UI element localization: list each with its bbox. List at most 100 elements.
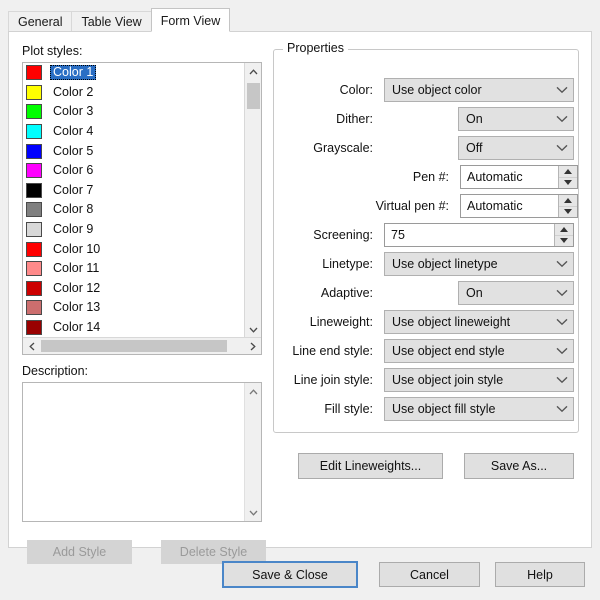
stepper-up-icon[interactable] — [555, 224, 573, 236]
list-item[interactable]: Color 8 — [23, 200, 245, 220]
scroll-down-icon[interactable] — [245, 321, 261, 338]
dropdown-line-join-style[interactable]: Use object join style — [384, 368, 574, 392]
stepper-up-icon[interactable] — [559, 166, 577, 178]
list-item[interactable]: Color 6 — [23, 161, 245, 181]
stepper-buttons — [558, 195, 577, 217]
list-item-label: Color 14 — [53, 320, 101, 335]
label-pen: Pen #: — [412, 170, 449, 184]
list-item[interactable]: Color 3 — [23, 102, 245, 122]
description-vertical-scrollbar[interactable] — [244, 383, 261, 521]
list-item[interactable]: Color 9 — [23, 220, 245, 240]
list-item-label: Color 6 — [53, 163, 94, 178]
label-line-end-style: Line end style: — [292, 344, 373, 358]
plot-styles-listbox[interactable]: Color 1 Color 2 Color 3 Color 4 Color 5 Color… — [22, 62, 262, 355]
dropdown-grayscale[interactable]: Off — [458, 136, 574, 160]
dropdown-fill-style[interactable]: Use object fill style — [384, 397, 574, 421]
label-dither: Dither: — [336, 112, 373, 126]
list-item[interactable]: Color 1 — [23, 63, 245, 83]
chevron-down-icon[interactable] — [551, 311, 573, 333]
color-swatch-icon — [26, 65, 42, 81]
scroll-down-icon[interactable] — [245, 504, 261, 521]
chevron-down-icon[interactable] — [551, 137, 573, 159]
list-item[interactable]: Color 10 — [23, 239, 245, 259]
save-as-button[interactable]: Save As... — [464, 453, 574, 479]
vertical-scrollbar-thumb[interactable] — [247, 83, 260, 109]
list-item-label: Color 1 — [50, 65, 97, 81]
label-line-join-style: Line join style: — [293, 373, 373, 387]
dropdown-value-grayscale: Off — [466, 141, 483, 155]
dropdown-color[interactable]: Use object color — [384, 78, 574, 102]
scroll-up-icon[interactable] — [245, 383, 261, 400]
properties-legend: Properties — [283, 41, 348, 55]
dropdown-value-color: Use object color — [392, 83, 482, 97]
dropdown-value-dither: On — [466, 112, 483, 126]
dropdown-linetype[interactable]: Use object linetype — [384, 252, 574, 276]
dropdown-dither[interactable]: On — [458, 107, 574, 131]
stepper-buttons — [554, 224, 573, 246]
chevron-down-icon[interactable] — [551, 340, 573, 362]
cancel-button[interactable]: Cancel — [379, 562, 480, 587]
list-item[interactable]: Color 11 — [23, 259, 245, 279]
chevron-down-icon[interactable] — [551, 108, 573, 130]
tab-table-view[interactable]: Table View — [71, 11, 152, 32]
stepper-virtual-pen[interactable]: Automatic — [460, 194, 578, 218]
save-and-close-button[interactable]: Save & Close — [222, 561, 358, 588]
description-input[interactable] — [26, 385, 241, 517]
list-item-label: Color 3 — [53, 104, 94, 119]
color-swatch-icon — [26, 222, 42, 238]
tab-general[interactable]: General — [8, 11, 73, 32]
list-item-label: Color 4 — [53, 124, 94, 139]
plot-styles-horizontal-scrollbar[interactable] — [23, 337, 261, 354]
scroll-right-icon[interactable] — [244, 338, 261, 354]
plot-styles-list: Color 1 Color 2 Color 3 Color 4 Color 5 Color… — [23, 63, 245, 338]
description-label: Description: — [22, 364, 88, 378]
list-item[interactable]: Color 13 — [23, 298, 245, 318]
dropdown-value-lineweight: Use object lineweight — [392, 315, 511, 329]
stepper-screening[interactable]: 75 — [384, 223, 574, 247]
chevron-down-icon[interactable] — [551, 398, 573, 420]
color-swatch-icon — [26, 280, 42, 296]
edit-lineweights-button[interactable]: Edit Lineweights... — [298, 453, 443, 479]
scroll-left-icon[interactable] — [23, 338, 40, 354]
plot-style-table-editor-dialog: General Table View Form View Plot styles: … — [0, 0, 600, 600]
stepper-down-icon[interactable] — [555, 236, 573, 247]
chevron-down-icon[interactable] — [551, 253, 573, 275]
label-screening: Screening: — [313, 228, 373, 242]
label-linetype: Linetype: — [322, 257, 373, 271]
description-box[interactable] — [22, 382, 262, 522]
tab-strip: General Table View Form View — [8, 8, 231, 32]
list-item[interactable]: Color 12 — [23, 279, 245, 299]
stepper-down-icon[interactable] — [559, 178, 577, 189]
list-item[interactable]: Color 5 — [23, 141, 245, 161]
list-item[interactable]: Color 4 — [23, 122, 245, 142]
stepper-pen[interactable]: Automatic — [460, 165, 578, 189]
horizontal-scrollbar-thumb[interactable] — [41, 340, 227, 352]
stepper-input-pen[interactable]: Automatic — [461, 166, 558, 188]
stepper-up-icon[interactable] — [559, 195, 577, 207]
chevron-down-icon[interactable] — [551, 369, 573, 391]
color-swatch-icon — [26, 320, 42, 336]
list-item-label: Color 12 — [53, 280, 101, 295]
dropdown-line-end-style[interactable]: Use object end style — [384, 339, 574, 363]
dropdown-adaptive[interactable]: On — [458, 281, 574, 305]
list-item-label: Color 7 — [53, 182, 94, 197]
label-adaptive: Adaptive: — [320, 286, 373, 300]
list-item[interactable]: Color 7 — [23, 181, 245, 201]
dropdown-value-line-end-style: Use object end style — [392, 344, 505, 358]
chevron-down-icon[interactable] — [551, 282, 573, 304]
stepper-input-virtual-pen[interactable]: Automatic — [461, 195, 558, 217]
color-swatch-icon — [26, 241, 42, 257]
chevron-down-icon[interactable] — [551, 79, 573, 101]
dropdown-lineweight[interactable]: Use object lineweight — [384, 310, 574, 334]
tab-form-view[interactable]: Form View — [150, 8, 231, 32]
plot-styles-label: Plot styles: — [22, 44, 83, 58]
list-item[interactable]: Color 14 — [23, 318, 245, 338]
list-item[interactable]: Color 2 — [23, 83, 245, 103]
plot-styles-vertical-scrollbar[interactable] — [244, 63, 261, 338]
help-button[interactable]: Help — [495, 562, 585, 587]
color-swatch-icon — [26, 84, 42, 100]
stepper-input-screening[interactable]: 75 — [385, 224, 554, 246]
stepper-down-icon[interactable] — [559, 207, 577, 218]
scroll-up-icon[interactable] — [245, 63, 261, 80]
form-view-panel: Plot styles: Color 1 Color 2 Color 3 Color … — [8, 31, 592, 564]
